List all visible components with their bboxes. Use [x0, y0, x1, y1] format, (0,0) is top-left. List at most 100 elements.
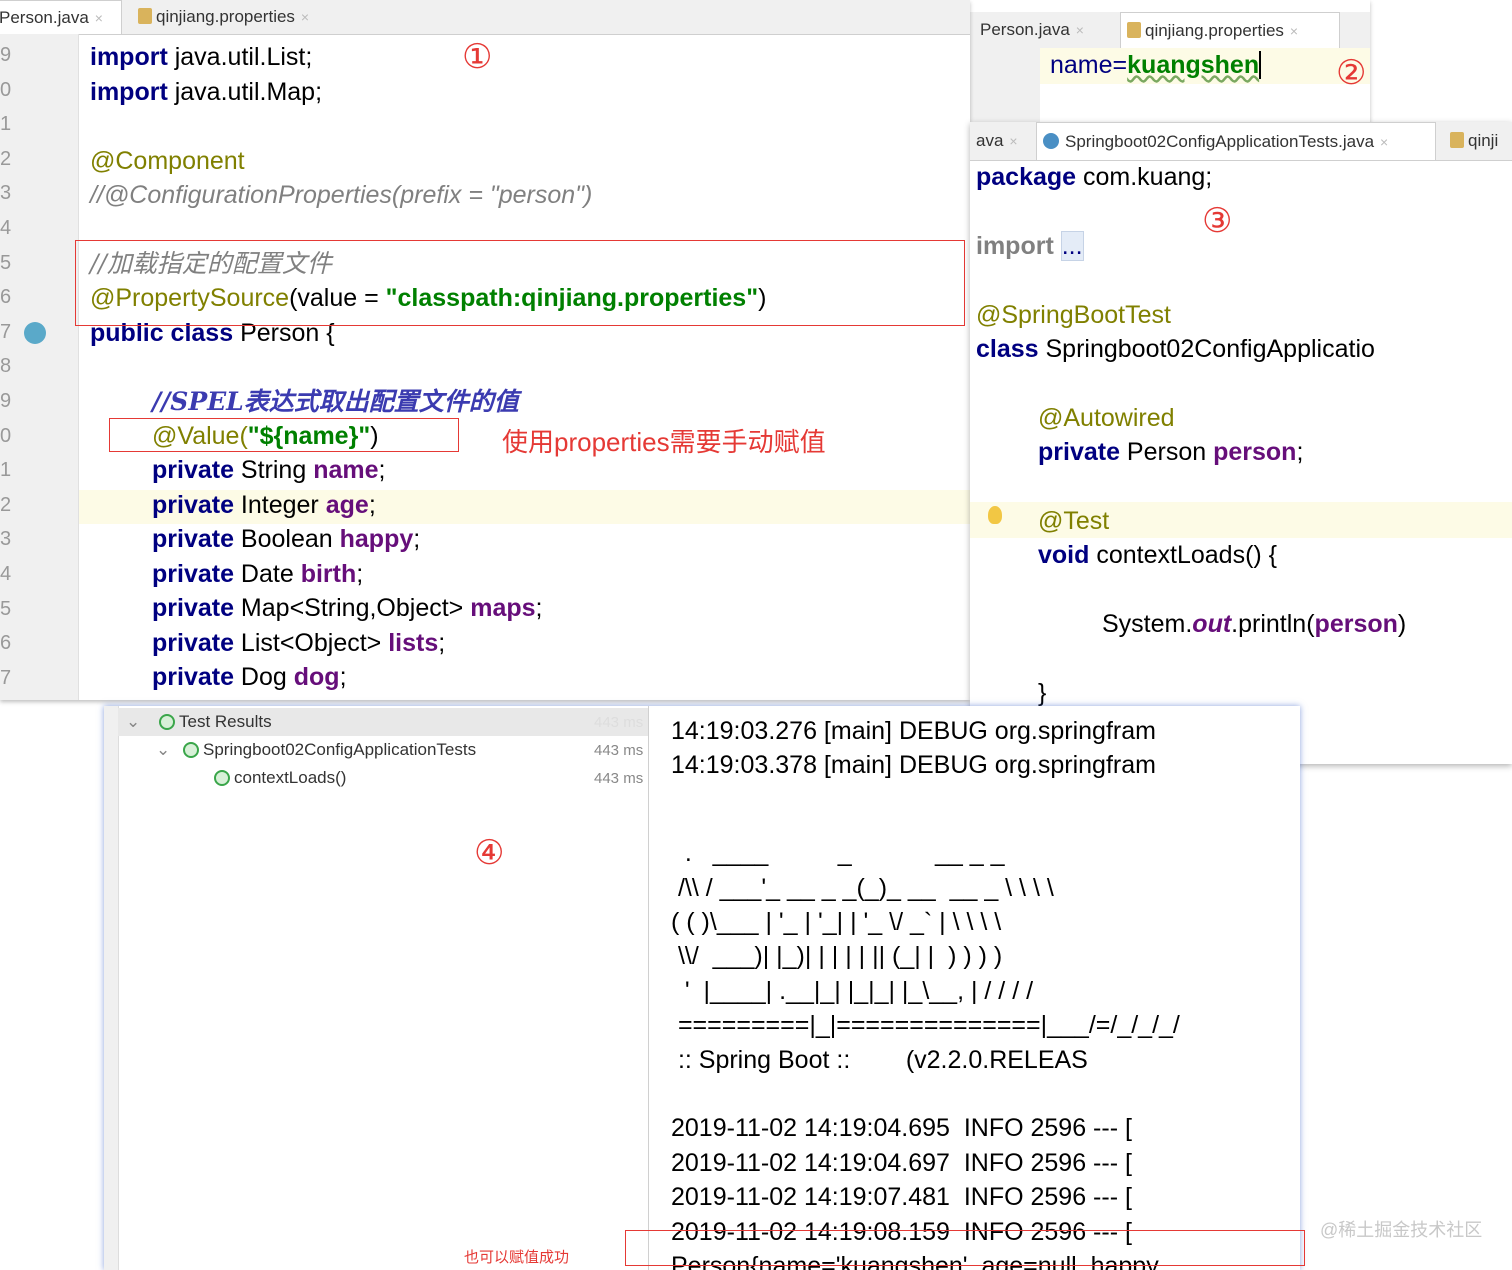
close-icon[interactable]: ×	[1076, 22, 1084, 38]
tab-label: qinjiang.properties	[156, 7, 295, 26]
passed-icon	[182, 742, 199, 758]
annotation-box-value	[109, 418, 459, 452]
tab-person-java[interactable]: Person.java ×	[0, 0, 122, 34]
tree-row-root[interactable]: ⌄ Test Results	[126, 708, 272, 736]
console-info-line: 2019-11-02 14:19:04.697 INFO 2596 --- [	[671, 1148, 1132, 1177]
marker-2: ②	[1336, 54, 1367, 92]
line-number: 0	[0, 78, 12, 101]
tab-java[interactable]: ava ×	[970, 122, 1030, 160]
code-component: @Component	[90, 147, 245, 175]
note-assign-success: 也可以赋值成功	[464, 1249, 570, 1266]
annotation-box-property-source	[75, 240, 965, 326]
test-tab-bar: ava × Springboot02ConfigApplicationTests.…	[970, 122, 1512, 161]
test-time: 443 ms	[594, 770, 644, 787]
line-number: 5	[0, 251, 12, 274]
console-output[interactable]: 14:19:03.276 [main] DEBUG org.springfram…	[649, 706, 1300, 1270]
code-spel-comment: //SPEL表达式取出配置文件的值	[152, 387, 519, 416]
line-number: 5	[0, 597, 12, 620]
spring-bean-icon[interactable]	[24, 322, 46, 344]
code-import-list: import java.util.List;	[90, 43, 313, 71]
line-number: 1	[0, 459, 12, 482]
tab-qinjiang-properties[interactable]: qinji	[1444, 122, 1512, 160]
code-println: System.out.println(person)	[1102, 610, 1407, 638]
test-results-tree: ⌄ Test Results 443 ms ⌄ Springboot02Conf…	[104, 706, 649, 1270]
code-field-age: private Integer age;	[152, 490, 376, 519]
note-manual-assign: 使用properties需要手动赋值	[502, 427, 826, 457]
code-config-props-comment: //@ConfigurationProperties(prefix = "per…	[90, 181, 593, 209]
console-info-line: 2019-11-02 14:19:04.695 INFO 2596 --- [	[671, 1114, 1132, 1143]
suite-time: 443 ms	[594, 742, 644, 759]
console-banner-line: :: Spring Boot :: (v2.2.0.RELEAS	[671, 1045, 1088, 1074]
code-method-decl: void contextLoads() {	[1038, 541, 1278, 569]
code-test-class-decl: class Springboot02ConfigApplicatio	[976, 335, 1375, 363]
passed-icon	[158, 714, 175, 730]
chevron-down-icon[interactable]: ⌄	[156, 740, 170, 759]
console-info-line: 2019-11-02 14:19:07.481 INFO 2596 --- [	[671, 1183, 1132, 1212]
code-package: package com.kuang;	[976, 163, 1213, 191]
line-number: 9	[0, 390, 12, 412]
close-icon[interactable]: ×	[1009, 133, 1017, 149]
console-debug-line: 14:19:03.276 [main] DEBUG org.springfram	[671, 717, 1156, 745]
line-number: 2	[0, 147, 12, 170]
code-field-birth: private Date birth;	[152, 559, 364, 588]
tab-label: Springboot02ConfigApplicationTests.java	[1065, 132, 1375, 151]
console-banner-line: =========|_|==============|___/=/_/_/_/	[671, 1011, 1180, 1040]
line-number: 6	[0, 286, 12, 309]
marker-4: ④	[474, 834, 505, 872]
tab-qinjiang-properties[interactable]: qinjiang.properties ×	[132, 0, 352, 34]
close-icon[interactable]: ×	[1380, 134, 1388, 150]
run-tool-window: ⌄ Test Results 443 ms ⌄ Springboot02Conf…	[104, 706, 1300, 1270]
tab-label: Person.java	[980, 20, 1070, 39]
close-icon[interactable]: ×	[301, 9, 309, 25]
close-icon[interactable]: ×	[1290, 23, 1298, 39]
properties-tab-bar: Person.java × qinjiang.properties ×	[970, 12, 1370, 49]
code-import: import ...	[976, 231, 1084, 261]
tree-row-suite[interactable]: ⌄ Springboot02ConfigApplicationTests	[156, 736, 476, 764]
properties-file-icon	[1450, 132, 1464, 148]
console-banner-line: /\\ / ___'_ __ _ _(_)_ __ __ _ \ \ \ \	[671, 873, 1054, 902]
folded-imports[interactable]: ...	[1060, 231, 1084, 261]
chevron-down-icon[interactable]: ⌄	[126, 712, 140, 731]
marker-1: ①	[462, 38, 493, 76]
code-field-dog: private Dog dog;	[152, 663, 347, 691]
console-banner-line: . ____ _ __ _ _	[671, 839, 1005, 868]
line-number: 1	[0, 113, 12, 136]
line-number: 7	[0, 666, 12, 689]
passed-icon	[214, 770, 230, 786]
tab-qinjiang-properties[interactable]: qinjiang.properties ×	[1120, 12, 1340, 48]
tab-springboot-tests[interactable]: Springboot02ConfigApplicationTests.java ×	[1036, 122, 1436, 160]
properties-editor: Person.java × qinjiang.properties × name=k…	[970, 0, 1370, 128]
watermark: @稀土掘金技术社区	[1320, 1220, 1483, 1240]
close-icon[interactable]: ×	[95, 10, 103, 26]
console-banner-line: \\/ ___)| |_)| | | | | || (_| | ) ) ) )	[671, 942, 1003, 971]
code-autowired: @Autowired	[1038, 404, 1175, 432]
tree-row-test[interactable]: contextLoads()	[214, 764, 346, 792]
lightbulb-icon[interactable]	[988, 506, 1002, 524]
code-springboottest: @SpringBootTest	[976, 301, 1171, 329]
marker-3: ③	[1202, 202, 1233, 240]
line-number: 8	[0, 355, 12, 378]
line-gutter	[970, 48, 1040, 128]
code-person-field: private Person person;	[1038, 438, 1304, 466]
editor-tab-bar: Person.java × qinjiang.properties ×	[0, 0, 970, 35]
line-number: 3	[0, 528, 12, 551]
code-close-brace: }	[1038, 679, 1047, 707]
tab-label: qinjiang.properties	[1145, 21, 1284, 40]
tab-label: Person.java	[0, 8, 89, 27]
annotation-box-result	[625, 1230, 1305, 1266]
property-line[interactable]: name=kuangshen	[1050, 50, 1262, 80]
code-test-annotation: @Test	[1038, 507, 1110, 535]
java-class-icon	[1043, 133, 1059, 149]
code-field-happy: private Boolean happy;	[152, 525, 421, 553]
tab-label: ava	[976, 131, 1004, 150]
properties-file-icon	[1127, 22, 1141, 38]
console-banner-line: ' |____| .__|_| |_|_| |_\__, | / / / /	[671, 976, 1034, 1005]
properties-file-icon	[138, 8, 152, 24]
tab-person-java[interactable]: Person.java ×	[974, 12, 1114, 48]
line-number: 2	[0, 493, 12, 516]
line-number: 9	[0, 44, 12, 66]
person-java-editor: Person.java × qinjiang.properties × 9 0 1 2 3 4…	[0, 0, 970, 700]
code-field-lists: private List<Object> lists;	[152, 628, 446, 657]
code-import-map: import java.util.Map;	[90, 78, 323, 106]
line-number: 3	[0, 182, 12, 205]
